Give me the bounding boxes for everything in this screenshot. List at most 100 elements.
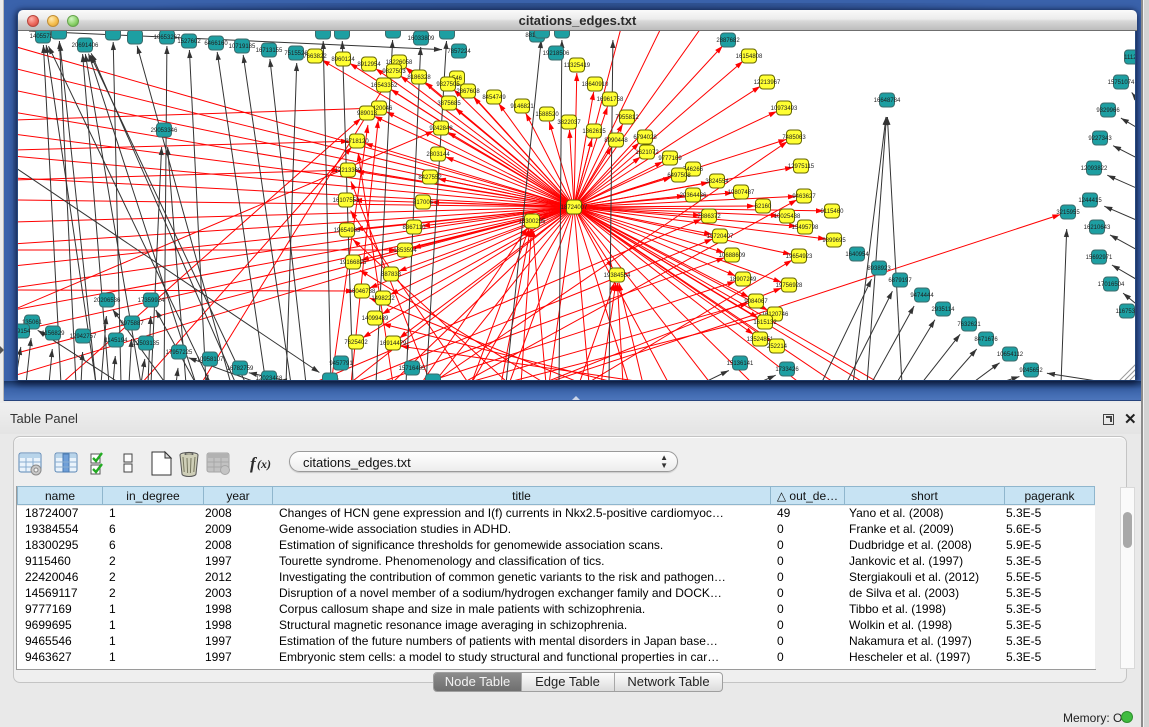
svg-text:1498222: 1498222 [371,296,395,302]
svg-text:15495798: 15495798 [792,225,819,231]
svg-text:16961758: 16961758 [597,97,624,103]
svg-text:9146821: 9146821 [510,104,534,110]
svg-text:252214: 252214 [767,344,788,350]
svg-text:17016504: 17016504 [1098,282,1125,288]
svg-text:16107553: 16107553 [333,198,360,204]
svg-text:8912954: 8912954 [357,62,381,68]
svg-text:15716485: 15716485 [399,366,426,372]
svg-text:15751074: 15751074 [1108,80,1135,86]
svg-text:9827503: 9827503 [382,69,406,75]
svg-text:2803144: 2803144 [426,152,450,158]
svg-text:12213967: 12213967 [754,80,781,86]
svg-text:9474444: 9474444 [910,293,934,299]
svg-text:9329966: 9329966 [1096,108,1120,114]
svg-text:14099489: 14099489 [362,316,389,322]
svg-text:2718120: 2718120 [345,139,369,145]
svg-text:10973493: 10973493 [771,106,798,112]
svg-text:16046738: 16046738 [349,289,376,295]
svg-text:1353594: 1353594 [393,248,417,254]
svg-text:1244415: 1244415 [1078,198,1102,204]
svg-text:1733426: 1733426 [775,367,799,373]
svg-text:6466160: 6466160 [204,41,228,47]
svg-text:16154808: 16154808 [736,54,763,60]
svg-text:20364436: 20364436 [680,193,707,199]
svg-text:15136141: 15136141 [727,361,754,367]
svg-text:3875685: 3875685 [437,101,461,107]
svg-text:16713155: 16713155 [256,48,283,54]
svg-text:12093822: 12093822 [1081,166,1108,172]
svg-text:9115460: 9115460 [821,209,845,215]
svg-text:9457791: 9457791 [329,361,353,367]
svg-text:7485063: 7485063 [782,135,806,141]
svg-text:8938923: 8938923 [867,266,891,272]
svg-text:19654983: 19654983 [334,228,361,234]
svg-text:2935114: 2935114 [932,307,956,313]
svg-text:10719185: 10719185 [229,44,256,50]
svg-text:1145194: 1145194 [105,338,129,344]
svg-text:39154: 39154 [18,329,31,335]
svg-text:12023448: 12023448 [256,376,283,380]
svg-text:12503135: 12503135 [133,341,160,347]
svg-text:(x): (x) [257,457,271,471]
svg-text:19218506: 19218506 [543,51,570,57]
svg-text:3824554: 3824554 [705,179,729,185]
svg-text:9242848: 9242848 [429,126,453,132]
svg-text:3215955: 3215955 [1056,210,1080,216]
svg-text:1527602: 1527602 [177,39,201,45]
svg-text:7625402: 7625402 [344,340,368,346]
svg-text:7886372: 7886372 [697,214,721,220]
svg-text:6794028: 6794028 [633,135,657,141]
svg-text:8990448: 8990448 [604,138,628,144]
svg-text:16033809: 16033809 [408,36,435,42]
svg-text:1640954: 1640954 [845,252,869,258]
svg-text:18907249: 18907249 [730,277,757,283]
svg-text:20206536: 20206536 [94,298,121,304]
svg-text:18640910: 18640910 [582,82,609,88]
svg-text:19384554: 19384554 [604,273,631,279]
svg-text:19654923: 19654923 [786,254,813,260]
svg-text:19166825: 19166825 [340,260,367,266]
svg-text:1156829: 1156829 [42,331,66,337]
svg-text:19756928: 19756928 [776,283,803,289]
svg-text:6497508: 6497508 [667,173,691,179]
svg-text:12942757: 12942757 [70,334,97,340]
svg-text:9245652: 9245652 [1019,368,1043,374]
svg-text:29053346: 29053346 [151,128,178,134]
svg-text:9899695: 9899695 [822,238,846,244]
svg-text:11126: 11126 [1124,55,1135,61]
svg-text:10807487: 10807487 [728,190,755,196]
svg-text:62160: 62160 [755,204,772,210]
svg-text:17957225: 17957225 [166,350,193,356]
svg-text:7632621: 7632621 [957,322,981,328]
svg-text:8427552: 8427552 [418,175,442,181]
svg-text:16210643: 16210643 [1084,225,1111,231]
svg-text:1621072: 1621072 [635,150,659,156]
svg-text:1588520: 1588520 [535,112,559,118]
svg-text:18724007: 18724007 [561,205,588,211]
svg-text:7663822: 7663822 [303,54,327,60]
svg-text:1167534: 1167534 [1116,309,1135,315]
svg-text:12213369: 12213369 [335,168,362,174]
svg-text:8471676: 8471676 [974,337,998,343]
svg-text:6879197: 6879197 [888,278,912,284]
svg-text:12975115: 12975115 [788,164,815,170]
svg-text:15692971: 15692971 [1086,255,1113,261]
svg-text:9463627: 9463627 [792,194,816,200]
svg-text:7857224: 7857224 [447,49,471,55]
svg-text:8186328: 8186328 [407,75,431,81]
svg-text:11325419: 11325419 [564,63,591,69]
svg-text:887833: 887833 [381,272,402,278]
svg-text:10025438: 10025438 [774,214,801,220]
svg-text:9327505: 9327505 [436,82,460,88]
svg-text:16782759: 16782759 [227,366,254,372]
svg-text:2887682: 2887682 [716,38,740,44]
svg-text:9975887: 9975887 [120,321,144,327]
svg-text:1615132: 1615132 [753,320,777,326]
svg-text:8367110: 8367110 [403,225,427,231]
svg-text:16543352: 16543352 [371,83,398,89]
svg-text:9777169: 9777169 [658,156,682,162]
svg-text:2867608: 2867608 [456,89,480,95]
svg-text:15720407: 15720407 [707,234,734,240]
svg-text:1362615: 1362615 [582,129,606,135]
svg-text:9084067: 9084067 [744,299,768,305]
